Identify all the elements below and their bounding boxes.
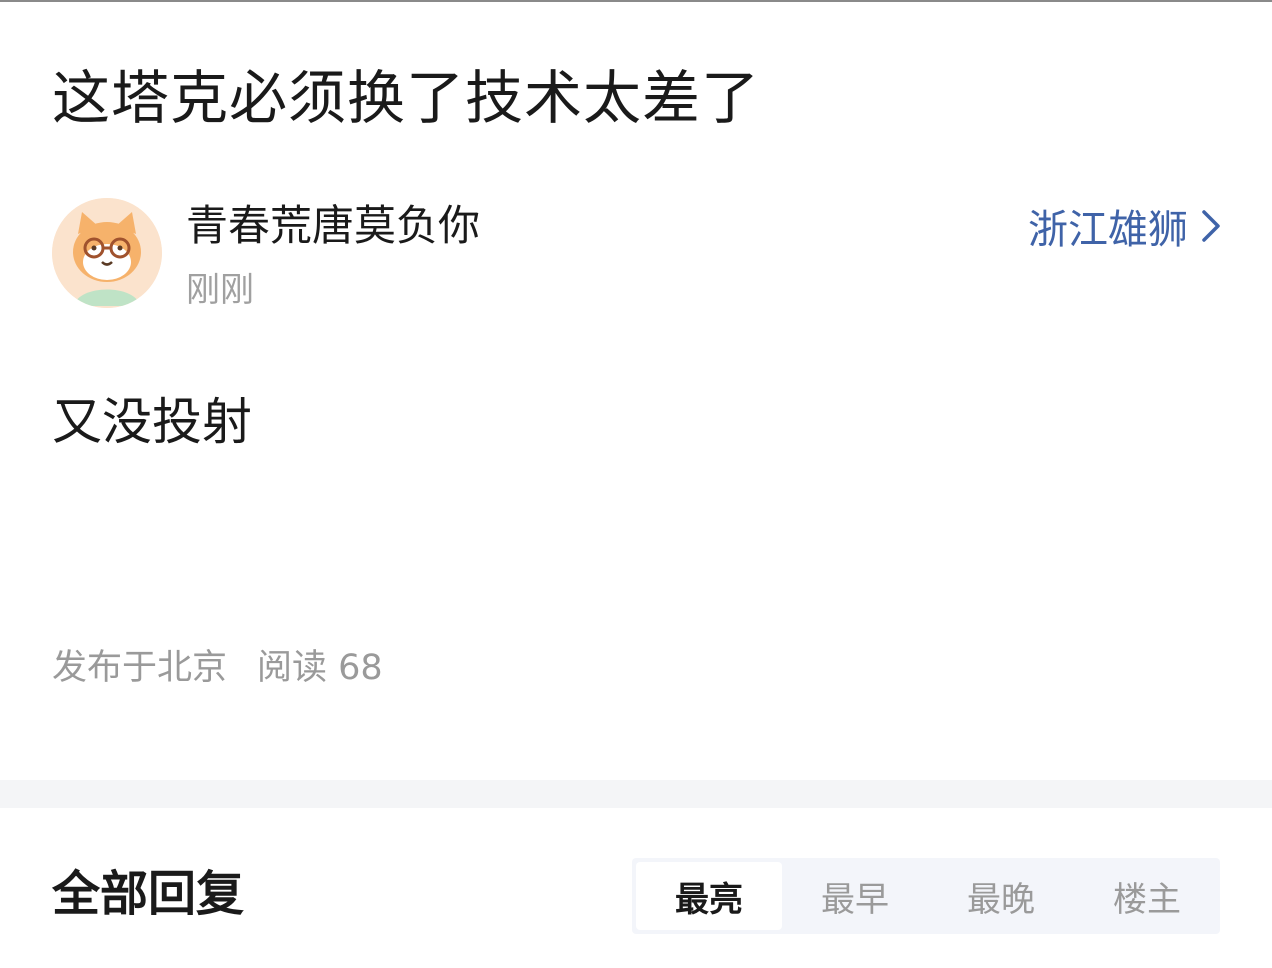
sort-tab-earliest[interactable]: 最早 xyxy=(782,858,928,934)
post-time: 刚刚 xyxy=(186,270,254,310)
post-title: 这塔克必须换了技术太差了 xyxy=(52,64,761,132)
sort-tab-brightest[interactable]: 最亮 xyxy=(636,862,782,930)
chevron-right-icon xyxy=(1202,210,1220,242)
replies-heading: 全部回复 xyxy=(52,866,245,922)
cartoon-cat-avatar-icon xyxy=(52,198,162,308)
sort-tab-latest[interactable]: 最晚 xyxy=(928,858,1074,934)
post-meta: 发布于北京 阅读 68 xyxy=(52,644,383,692)
avatar[interactable] xyxy=(52,198,162,308)
author-name[interactable]: 青春荒唐莫负你 xyxy=(186,198,480,254)
top-divider xyxy=(0,0,1272,2)
reply-sort-tabs: 最亮 最早 最晚 楼主 xyxy=(632,858,1220,934)
read-count: 阅读 68 xyxy=(257,648,383,688)
team-link-label: 浙江雄狮 xyxy=(1028,207,1188,253)
post-body: 又没投射 xyxy=(52,393,252,451)
author-row: 青春荒唐莫负你 刚刚 浙江雄狮 xyxy=(52,196,1222,316)
team-link[interactable]: 浙江雄狮 xyxy=(1028,198,1222,254)
section-divider xyxy=(0,780,1272,808)
post-location: 发布于北京 xyxy=(52,648,228,688)
sort-tab-op-only[interactable]: 楼主 xyxy=(1074,858,1220,934)
